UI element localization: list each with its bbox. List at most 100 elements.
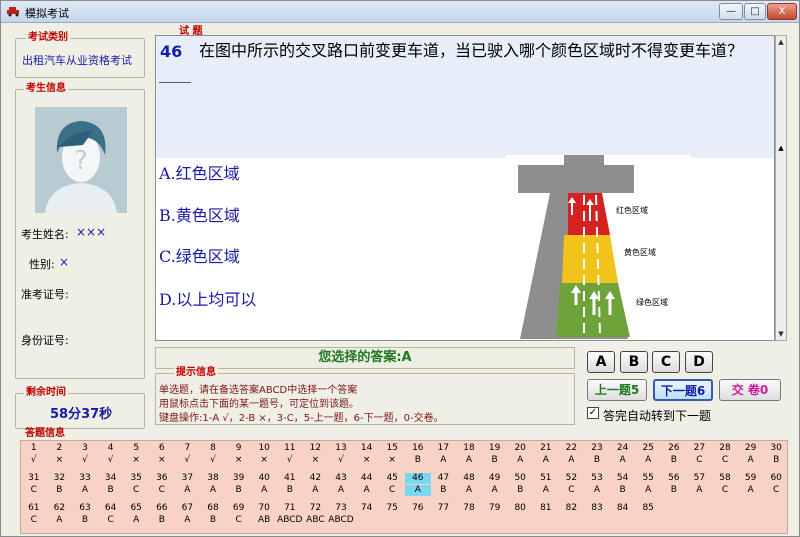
question-number-cell[interactable]: 7 [175,443,201,454]
question-number-cell[interactable]: 81 [533,503,559,514]
answer-value-cell[interactable]: √ [277,455,303,466]
question-number-cell[interactable]: 30 [763,443,789,454]
answer-value-cell[interactable]: A [405,485,431,496]
question-number-cell[interactable]: 22 [559,443,585,454]
question-number-cell[interactable]: 15 [379,443,405,454]
question-number-cell[interactable]: 65 [123,503,149,514]
answer-value-cell[interactable]: A [456,485,482,496]
answer-value-cell[interactable]: √ [98,455,124,466]
question-number-cell[interactable]: 40 [251,473,277,484]
answer-value-cell[interactable]: A [610,455,636,466]
question-number-cell[interactable]: 52 [559,473,585,484]
question-number-cell[interactable]: 26 [661,443,687,454]
question-number-cell[interactable]: 17 [431,443,457,454]
question-number-cell[interactable]: 28 [712,443,738,454]
answer-value-cell[interactable]: A [533,485,559,496]
question-number-cell[interactable]: 55 [635,473,661,484]
answer-value-cell[interactable]: √ [72,455,98,466]
question-number-cell[interactable]: 20 [507,443,533,454]
question-number-cell[interactable]: 72 [303,503,329,514]
answer-value-cell[interactable]: C [21,515,47,526]
question-number-cell[interactable]: 35 [123,473,149,484]
answer-value-cell[interactable]: C [226,515,252,526]
answer-value-cell[interactable] [379,515,405,526]
answer-value-cell[interactable]: C [21,485,47,496]
answer-value-cell[interactable]: C [763,485,789,496]
answer-value-cell[interactable] [456,515,482,526]
answer-value-cell[interactable]: A [738,485,764,496]
question-number-cell[interactable]: 70 [251,503,277,514]
question-number-cell[interactable]: 38 [200,473,226,484]
answer-value-cell[interactable] [559,515,585,526]
question-number-cell[interactable]: 45 [379,473,405,484]
question-number-cell[interactable]: 78 [456,503,482,514]
question-number-cell[interactable]: 41 [277,473,303,484]
question-number-cell[interactable]: 24 [610,443,636,454]
answer-value-cell[interactable]: A [507,455,533,466]
question-number-cell[interactable]: 11 [277,443,303,454]
question-number-cell[interactable]: 69 [226,503,252,514]
answer-b-button[interactable]: B [620,351,648,373]
question-number-cell[interactable]: 63 [72,503,98,514]
question-number-cell[interactable]: 79 [482,503,508,514]
answer-value-cell[interactable]: × [123,455,149,466]
answer-value-cell[interactable]: A [200,485,226,496]
answer-value-cell[interactable]: A [175,485,201,496]
answer-c-button[interactable]: C [652,351,680,373]
answer-value-cell[interactable]: A [687,485,713,496]
answer-value-cell[interactable]: B [149,515,175,526]
answer-value-cell[interactable]: A [175,515,201,526]
question-number-cell[interactable]: 2 [47,443,73,454]
question-number-cell[interactable]: 43 [328,473,354,484]
question-number-cell[interactable]: 23 [584,443,610,454]
answer-value-cell[interactable]: B [277,485,303,496]
question-number-cell[interactable]: 6 [149,443,175,454]
next-question-button[interactable]: 下一题6 [653,379,713,401]
answer-value-cell[interactable]: B [610,485,636,496]
question-number-cell[interactable]: 74 [354,503,380,514]
answer-value-cell[interactable]: √ [200,455,226,466]
question-number-cell[interactable]: 13 [328,443,354,454]
answer-value-cell[interactable]: B [226,485,252,496]
answer-value-cell[interactable]: A [533,455,559,466]
question-number-cell[interactable]: 19 [482,443,508,454]
question-number-cell[interactable]: 77 [431,503,457,514]
question-number-cell[interactable]: 49 [482,473,508,484]
question-number-cell[interactable]: 9 [226,443,252,454]
answer-value-cell[interactable]: √ [328,455,354,466]
answer-value-cell[interactable]: × [47,455,73,466]
question-number-cell[interactable]: 16 [405,443,431,454]
question-number-cell[interactable]: 73 [328,503,354,514]
question-number-cell[interactable]: 14 [354,443,380,454]
answer-value-cell[interactable]: × [226,455,252,466]
question-number-cell[interactable]: 64 [98,503,124,514]
answer-value-cell[interactable]: √ [21,455,47,466]
question-number-cell[interactable]: 44 [354,473,380,484]
question-number-cell[interactable]: 27 [687,443,713,454]
answer-value-cell[interactable] [482,515,508,526]
scroll-up-icon[interactable]: ▲ [776,36,786,48]
answer-value-cell[interactable]: B [661,485,687,496]
answer-value-cell[interactable]: A [354,485,380,496]
question-number-cell[interactable]: 3 [72,443,98,454]
question-number-cell[interactable]: 42 [303,473,329,484]
question-number-cell[interactable]: 5 [123,443,149,454]
answer-value-cell[interactable]: × [379,455,405,466]
answer-value-cell[interactable]: C [559,485,585,496]
question-number-cell[interactable]: 25 [635,443,661,454]
question-number-cell[interactable]: 18 [456,443,482,454]
question-number-cell[interactable]: 80 [507,503,533,514]
question-number-cell[interactable]: 51 [533,473,559,484]
minimize-button[interactable]: — [719,3,743,20]
question-number-cell[interactable]: 29 [738,443,764,454]
question-number-cell[interactable]: 33 [72,473,98,484]
answer-value-cell[interactable]: C [712,455,738,466]
scroll-down-icon[interactable]: ▼ [776,328,786,340]
answer-value-cell[interactable] [610,515,636,526]
answer-value-cell[interactable]: × [354,455,380,466]
answer-value-cell[interactable]: B [98,485,124,496]
question-number-cell[interactable]: 71 [277,503,303,514]
answer-value-cell[interactable]: B [405,455,431,466]
answer-value-cell[interactable]: A [635,455,661,466]
answer-value-cell[interactable] [431,515,457,526]
